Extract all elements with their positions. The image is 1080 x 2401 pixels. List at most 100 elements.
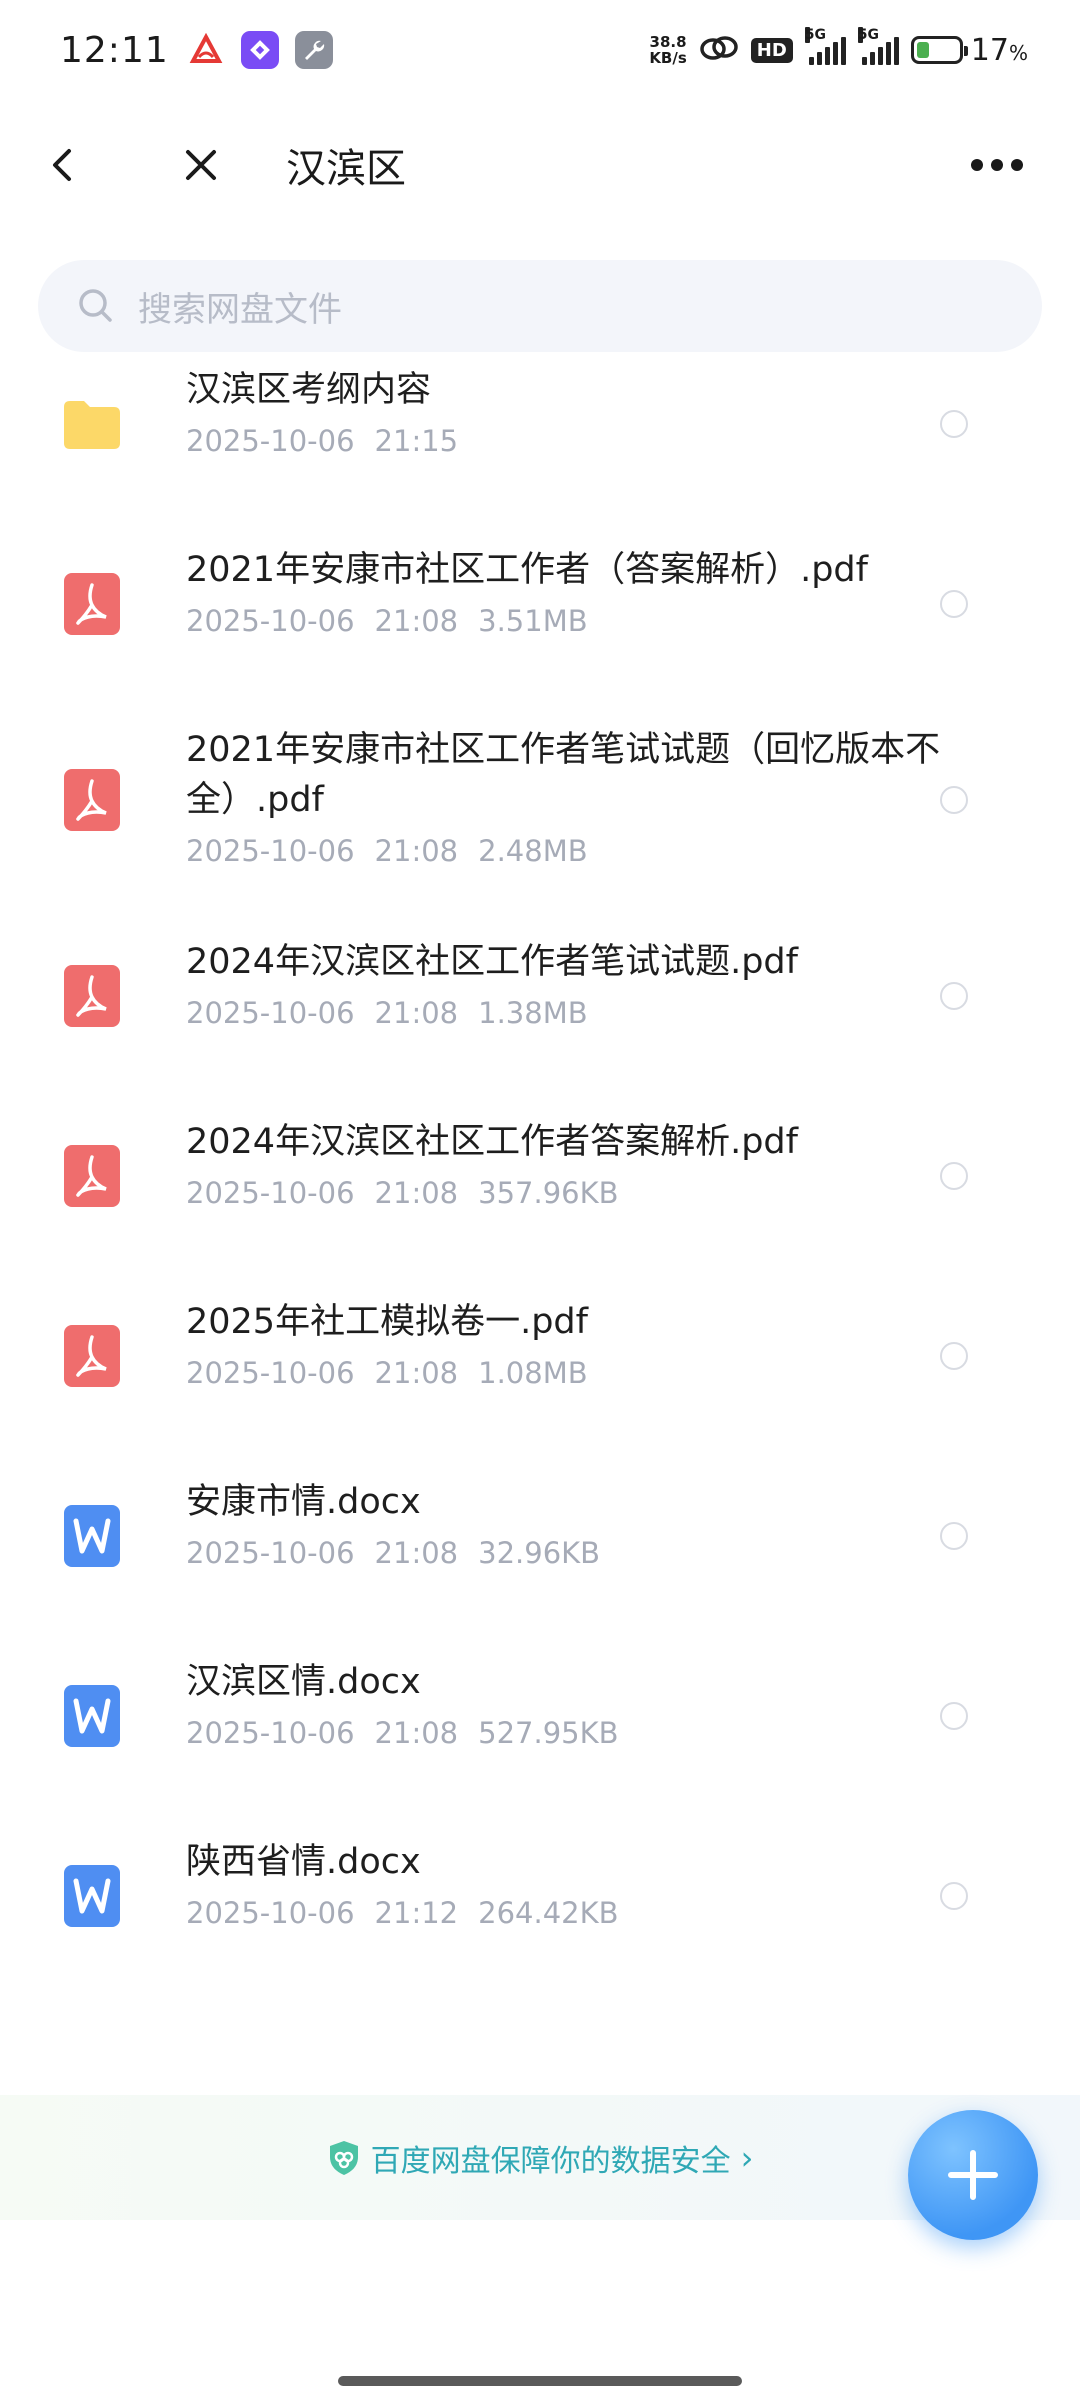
file-info: 2024年汉滨区社区工作者笔试试题.pdf 2025-10-06 21:08 1.38… bbox=[186, 937, 946, 1033]
file-name: 2025年社工模拟卷一.pdf bbox=[186, 1302, 588, 1342]
file-list-item[interactable]: 汉滨区情.docx 2025-10-06 21:08 527.95KB bbox=[0, 1657, 1080, 1775]
plus-icon bbox=[948, 2150, 998, 2200]
file-list-item[interactable]: 2024年汉滨区社区工作者答案解析.pdf 2025-10-06 21:08 357.… bbox=[0, 1117, 1080, 1235]
file-date: 2025-10-06 bbox=[186, 1176, 355, 1210]
file-name: 2021年安康市社区工作者（答案解析）.pdf bbox=[186, 550, 868, 590]
word-file-icon bbox=[62, 1683, 122, 1749]
back-button[interactable] bbox=[18, 120, 108, 210]
pdf-file-icon bbox=[62, 1323, 122, 1389]
folder-icon bbox=[62, 391, 122, 457]
status-indicators: 38.8 KB/s HD 5G 5G 17% bbox=[649, 27, 1028, 68]
close-button[interactable] bbox=[156, 120, 246, 210]
select-checkbox[interactable] bbox=[940, 1882, 968, 1910]
network-speed-unit: KB/s bbox=[649, 49, 687, 67]
file-name: 2024年汉滨区社区工作者笔试试题.pdf bbox=[186, 942, 798, 982]
file-name: 汉滨区情.docx bbox=[186, 1662, 421, 1702]
more-options-button[interactable] bbox=[952, 120, 1042, 210]
file-info: 陕西省情.docx 2025-10-06 21:12 264.42KB bbox=[186, 1837, 946, 1933]
file-size: 3.51MB bbox=[478, 604, 588, 638]
file-list-item[interactable]: 汉滨区考纲内容 2025-10-06 21:15 bbox=[0, 365, 1080, 483]
select-checkbox[interactable] bbox=[940, 590, 968, 618]
file-time: 21:08 bbox=[374, 1716, 459, 1750]
file-list-item[interactable]: 安康市情.docx 2025-10-06 21:08 32.96KB bbox=[0, 1477, 1080, 1595]
file-info: 2025年社工模拟卷一.pdf 2025-10-06 21:08 1.08MB bbox=[186, 1297, 946, 1393]
file-name: 安康市情.docx bbox=[186, 1482, 421, 1522]
file-date: 2025-10-06 bbox=[186, 834, 355, 868]
file-date: 2025-10-06 bbox=[186, 604, 355, 638]
hd-voice-badge: HD bbox=[750, 37, 793, 63]
file-meta: 2025-10-06 21:12 264.42KB bbox=[186, 1893, 946, 1933]
status-time: 12:11 bbox=[60, 29, 169, 71]
safety-text: 百度网盘保障你的数据安全 bbox=[370, 2143, 731, 2179]
status-bar: 12:11 38.8 KB/s HD 5G 5G 17% bbox=[0, 0, 1080, 100]
file-time: 21:15 bbox=[374, 424, 459, 458]
select-checkbox[interactable] bbox=[940, 1702, 968, 1730]
file-size: 2.48MB bbox=[478, 834, 588, 868]
search-icon bbox=[79, 289, 112, 322]
file-info: 2021年安康市社区工作者（答案解析）.pdf 2025-10-06 21:08 3.… bbox=[186, 545, 946, 641]
file-time: 21:08 bbox=[374, 604, 459, 638]
title-bar: 汉滨区 bbox=[0, 110, 1080, 220]
file-list: 汉滨区考纲内容 2025-10-06 21:15 2021年安康市社区工作者（答案解析… bbox=[0, 365, 1080, 2017]
file-name: 2021年安康市社区工作者笔试试题（回忆版本不全）.pdf bbox=[186, 730, 941, 820]
file-meta: 2025-10-06 21:15 bbox=[186, 421, 946, 461]
file-name: 陕西省情.docx bbox=[186, 1842, 421, 1882]
file-meta: 2025-10-06 21:08 3.51MB bbox=[186, 601, 946, 641]
battery-indicator: 17% bbox=[910, 32, 1028, 68]
file-list-item[interactable]: 2021年安康市社区工作者（答案解析）.pdf 2025-10-06 21:08 3.… bbox=[0, 545, 1080, 663]
select-checkbox[interactable] bbox=[940, 982, 968, 1010]
select-checkbox[interactable] bbox=[940, 410, 968, 438]
file-time: 21:08 bbox=[374, 834, 459, 868]
chevron-right-icon: › bbox=[740, 2138, 754, 2177]
pdf-file-icon bbox=[62, 1143, 122, 1209]
file-name: 2024年汉滨区社区工作者答案解析.pdf bbox=[186, 1122, 798, 1162]
file-size: 1.38MB bbox=[478, 996, 588, 1030]
close-icon bbox=[186, 150, 216, 180]
screen: 12:11 38.8 KB/s HD 5G 5G 17% 汉滨区 搜索网盘文件 … bbox=[0, 0, 1080, 2401]
network-speed-value: 38.8 bbox=[649, 33, 687, 51]
more-horizontal-icon bbox=[971, 159, 1023, 171]
pdf-file-icon bbox=[62, 963, 122, 1029]
select-checkbox[interactable] bbox=[940, 1522, 968, 1550]
file-name: 汉滨区考纲内容 bbox=[186, 370, 432, 410]
file-size: 357.96KB bbox=[478, 1176, 619, 1210]
file-list-item[interactable]: 陕西省情.docx 2025-10-06 21:12 264.42KB bbox=[0, 1837, 1080, 1955]
word-file-icon bbox=[62, 1863, 122, 1929]
file-info: 2021年安康市社区工作者笔试试题（回忆版本不全）.pdf 2025-10-06 2… bbox=[186, 725, 946, 871]
signal-strength-icon: 5G bbox=[857, 27, 899, 65]
file-meta: 2025-10-06 21:08 1.08MB bbox=[186, 1353, 946, 1393]
file-date: 2025-10-06 bbox=[186, 1716, 355, 1750]
signal-strength-icon: 5G bbox=[804, 27, 846, 65]
search-input[interactable]: 搜索网盘文件 bbox=[38, 260, 1042, 352]
file-date: 2025-10-06 bbox=[186, 1896, 355, 1930]
pdf-file-icon bbox=[62, 767, 122, 833]
word-file-icon bbox=[62, 1503, 122, 1569]
select-checkbox[interactable] bbox=[940, 1162, 968, 1190]
battery-percent: 17% bbox=[970, 32, 1028, 68]
file-meta: 2025-10-06 21:08 2.48MB bbox=[186, 831, 946, 871]
select-checkbox[interactable] bbox=[940, 1342, 968, 1370]
file-time: 21:08 bbox=[374, 996, 459, 1030]
hotspot-icon bbox=[699, 33, 739, 67]
search-placeholder: 搜索网盘文件 bbox=[138, 289, 342, 330]
file-list-item[interactable]: 2024年汉滨区社区工作者笔试试题.pdf 2025-10-06 21:08 1.38… bbox=[0, 937, 1080, 1055]
home-indicator[interactable] bbox=[338, 2376, 742, 2386]
file-list-item[interactable]: 2021年安康市社区工作者笔试试题（回忆版本不全）.pdf 2025-10-06 2… bbox=[0, 725, 1080, 875]
select-checkbox[interactable] bbox=[940, 786, 968, 814]
file-time: 21:08 bbox=[374, 1176, 459, 1210]
file-size: 527.95KB bbox=[478, 1716, 619, 1750]
file-date: 2025-10-06 bbox=[186, 1536, 355, 1570]
network-speed: 38.8 KB/s bbox=[649, 34, 686, 66]
app-notification-icon bbox=[186, 31, 225, 69]
app-notification-icon bbox=[240, 31, 279, 69]
file-size: 32.96KB bbox=[478, 1536, 601, 1570]
chevron-left-icon bbox=[53, 149, 71, 181]
add-button[interactable] bbox=[908, 2110, 1038, 2240]
signal-label: 5G bbox=[857, 27, 880, 43]
page-title: 汉滨区 bbox=[286, 146, 406, 192]
file-size: 264.42KB bbox=[478, 1896, 619, 1930]
file-meta: 2025-10-06 21:08 357.96KB bbox=[186, 1173, 946, 1213]
file-list-item[interactable]: 2025年社工模拟卷一.pdf 2025-10-06 21:08 1.08MB bbox=[0, 1297, 1080, 1415]
file-date: 2025-10-06 bbox=[186, 996, 355, 1030]
file-info: 汉滨区考纲内容 2025-10-06 21:15 bbox=[186, 365, 946, 461]
